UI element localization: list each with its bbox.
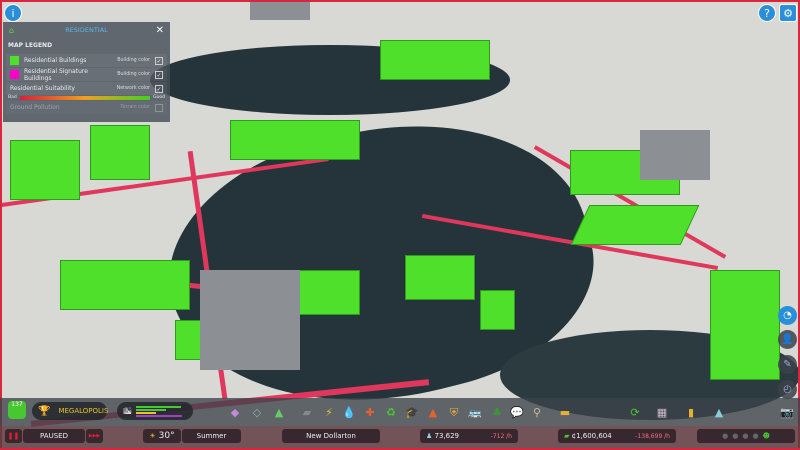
help-icon: ? <box>764 6 770 20</box>
weather-display[interactable]: ☀ 30° <box>143 429 181 443</box>
landscaping-icon[interactable]: ▲ <box>272 406 286 419</box>
legend-mode: Network color <box>116 86 150 91</box>
scale-low-label: Bad <box>8 95 17 100</box>
radio-icon: ◔ <box>783 310 792 321</box>
legend-label: Residential Buildings <box>24 57 87 64</box>
milestone-name: MEGALOPOLIS <box>58 407 109 415</box>
sun-icon: ☀ <box>149 432 156 440</box>
season-text: Summer <box>196 432 227 440</box>
speed-button[interactable]: ▶▶▶ <box>86 429 103 443</box>
suitability-scale: Bad Good <box>3 95 170 100</box>
legend-label: Ground Pollution <box>10 104 60 111</box>
progression-icon[interactable]: ⟳ <box>628 406 642 419</box>
trophy-icon: 🏆 <box>38 405 51 417</box>
money-value: ¢1,600,604 <box>571 432 612 440</box>
bulldoze-icon[interactable]: ▬ <box>558 406 572 419</box>
settings-button[interactable]: ⚙ <box>779 4 797 22</box>
zoning-icon[interactable]: ◆ <box>228 406 242 419</box>
money-display[interactable]: ▰ ¢1,600,604 -138,699 /h <box>558 429 676 443</box>
money-icon: ▰ <box>564 432 570 440</box>
color-swatch <box>10 70 19 79</box>
demand-indicator[interactable]: 🏙 <box>117 402 193 420</box>
population-rate: -712 /h <box>490 432 512 440</box>
legend-mode: Building color <box>117 72 150 77</box>
season-display: Summer <box>182 429 241 443</box>
xp-level-badge[interactable]: 137 <box>8 401 26 419</box>
unhappy-face-icon: ● <box>732 432 739 440</box>
sad-face-icon: ● <box>722 432 729 440</box>
parks-icon[interactable]: ♣ <box>490 406 504 419</box>
content-face-icon: ● <box>752 432 759 440</box>
legend-item-ground-pollution[interactable]: Ground Pollution Terrain color <box>6 101 167 114</box>
fast-forward-icon: ▶▶▶ <box>88 433 101 439</box>
pause-icon: ❚❚ <box>7 432 20 440</box>
legend-item-residential-buildings[interactable]: Residential Buildings Building color ✓ <box>6 54 167 67</box>
roads-icon[interactable]: ▰ <box>300 406 314 419</box>
sim-status: PAUSED <box>23 429 85 443</box>
legend-section-title: MAP LEGEND <box>8 42 53 49</box>
checkbox[interactable]: ✓ <box>155 84 163 93</box>
residential-icon: ⌂ <box>9 25 15 35</box>
transport-icon[interactable]: 🚌 <box>468 406 482 419</box>
city-name-text: New Dollarton <box>306 432 356 440</box>
map-legend-panel: ⌂ RESIDENTIAL ✕ MAP LEGEND Residential Bui… <box>3 22 170 122</box>
time-button[interactable]: ◴ <box>778 380 797 399</box>
clock-icon: ◴ <box>783 384 792 395</box>
pause-menu-button[interactable]: i <box>4 4 22 22</box>
checkbox[interactable]: ✓ <box>155 56 163 65</box>
pause-button[interactable]: ❚❚ <box>5 429 22 443</box>
legend-item-suitability[interactable]: Residential Suitability Network color ✓ <box>6 82 167 95</box>
legend-label: Residential Signature Buildings <box>24 67 88 82</box>
garbage-icon[interactable]: ♻ <box>384 406 398 419</box>
demand-bars <box>135 405 182 417</box>
notes-icon: ✎ <box>783 359 792 370</box>
area-icon[interactable]: ◇ <box>250 406 264 419</box>
checkbox[interactable] <box>155 103 163 112</box>
legend-item-signature-buildings[interactable]: Residential Signature Buildings Building… <box>6 67 167 82</box>
police-icon[interactable]: ⛨ <box>447 406 461 420</box>
info-icon: i <box>11 6 15 20</box>
education-icon[interactable]: 🎓 <box>405 406 419 419</box>
bottom-bar: 137 🏆 MEGALOPOLIS 🏙 ◆ ◇ ▲ ▰ ⚡ 💧 ✚ ♻ 🎓 ▲ … <box>0 398 800 450</box>
panel-title: RESIDENTIAL <box>65 26 108 34</box>
population-icon: ♟ <box>426 432 433 440</box>
temperature: 30° <box>158 431 175 441</box>
landmarks-icon[interactable]: ⚲ <box>530 406 544 419</box>
level-number: 137 <box>11 401 23 408</box>
citizens-button[interactable]: 👤 <box>778 330 797 349</box>
milestone-button[interactable]: 🏆 MEGALOPOLIS <box>32 402 109 420</box>
money-rate: -138,699 /h <box>635 432 670 440</box>
economy-icon[interactable]: ▲ <box>712 406 726 419</box>
city-name[interactable]: New Dollarton <box>282 429 380 443</box>
radio-button[interactable]: ◔ <box>778 306 797 325</box>
neutral-face-icon: ● <box>742 432 749 440</box>
electricity-icon[interactable]: ⚡ <box>322 406 336 419</box>
scale-high-label: Good <box>153 95 165 100</box>
info-views-icon[interactable]: ▦ <box>655 406 669 419</box>
zone-demand-icon: 🏙 <box>123 407 132 415</box>
help-button[interactable]: ? <box>758 4 776 22</box>
checkbox[interactable]: ✓ <box>155 70 163 79</box>
happy-face-icon: ☻ <box>762 432 770 440</box>
communications-icon[interactable]: 💬 <box>510 406 524 419</box>
statistics-icon[interactable]: ▮ <box>684 406 698 419</box>
legend-label: Residential Suitability <box>10 85 75 92</box>
water-icon[interactable]: 💧 <box>342 406 356 419</box>
healthcare-icon[interactable]: ✚ <box>363 406 377 419</box>
sim-status-text: PAUSED <box>40 432 68 440</box>
notes-button[interactable]: ✎ <box>778 355 797 374</box>
close-button[interactable]: ✕ <box>156 25 164 36</box>
legend-mode: Terrain color <box>120 105 150 110</box>
legend-mode: Building color <box>117 58 150 63</box>
gradient-bar <box>19 95 151 100</box>
camera-icon[interactable]: 📷 <box>780 406 794 419</box>
happiness-display[interactable]: ● ● ● ● ☻ <box>697 429 795 443</box>
fire-icon[interactable]: ▲ <box>426 406 440 419</box>
population-value: 73,629 <box>434 432 460 440</box>
person-icon: 👤 <box>781 334 794 345</box>
gear-icon: ⚙ <box>783 6 793 20</box>
population-display[interactable]: ♟ 73,629 -712 /h <box>420 429 518 443</box>
color-swatch <box>10 56 19 65</box>
